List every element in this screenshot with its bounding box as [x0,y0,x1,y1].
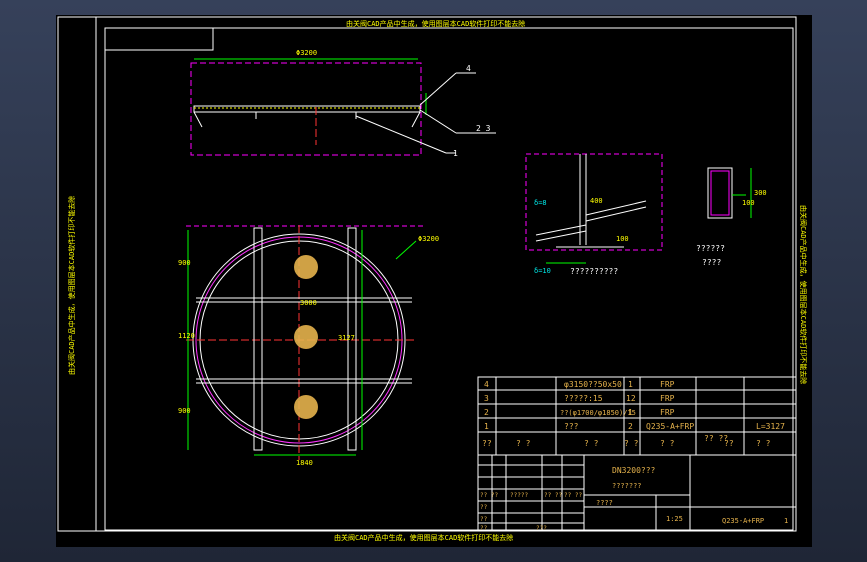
drawing-canvas[interactable]: 由关阀CAD产品中生成，使用图层本CAD软件打印不能去除 由关阀CAD产品中生成… [56,15,812,547]
drawing-title: DN3200??? [612,466,656,475]
tb-cell-1: ?? ?? [480,492,498,499]
detail-a-thk2: δ=10 [534,267,551,275]
tb-cell-6: ?? [480,516,488,523]
bom-table: 4 φ3150??50x50 1 FRP 3 ?????:15 12 FRP 2… [477,376,797,456]
bom-header-qty: ? ? [624,439,639,448]
tb-cell-5: ?? [480,504,488,511]
scale-label: ???? [596,499,613,507]
bom-row-1-no: 4 [484,380,489,389]
detail-b-width: 100 [742,199,755,207]
cad-viewport[interactable]: 由关阀CAD产品中生成，使用图层本CAD软件打印不能去除 由关阀CAD产品中生成… [0,0,867,562]
bom-header-note: ? ? [756,439,771,448]
bom-row-3-spec: ??(φ1700/φ1850)/15 [560,409,636,417]
detail-b-height: 300 [754,189,767,197]
bom-row-2-material: FRP [660,394,675,403]
elevation-view: Φ3200 4 2 3 1 [190,49,496,158]
bom-row-4-note: L=3127 [756,422,785,431]
dim-900-top: 900 [178,259,191,267]
beam-height-dim: 3127 [338,334,355,342]
sheet-number: 1 [784,517,788,525]
scale-value: 1:25 [666,515,683,523]
tb-cell-8: ??? [536,525,547,532]
corner-box [104,27,214,51]
tb-cell-7: ?? [480,525,488,532]
dim-900-bottom: 900 [178,407,191,415]
bottom-note: 由关阀CAD产品中生成，使用图层本CAD软件打印不能去除 [334,533,513,542]
bom-row-4-material: Q235-A+FRP [646,422,694,431]
bom-header-name: ? ? [584,439,599,448]
balloon-2-3: 2 3 [476,124,491,133]
outer-frame [57,16,797,532]
bom-row-4-spec: ??? [564,422,579,431]
detail-a-dim2: 100 [616,235,629,243]
bom-row-1-qty: 1 [628,380,633,389]
detail-a-dim1: 400 [590,197,603,205]
balloon-4: 4 [466,64,471,73]
top-note: 由关阀CAD产品中生成，使用图层本CAD软件打印不能去除 [346,19,525,28]
balloon-1: 1 [453,149,458,158]
bom-row-3-material: FRP [660,408,675,417]
drawing-svg: 由关阀CAD产品中生成，使用图层本CAD软件打印不能去除 由关阀CAD产品中生成… [57,16,808,542]
title-block: ?? ?? ????? ?? ?? ?? ?? ?? ?? ?? ??? DN3… [477,454,797,532]
tb-cell-2: ????? [510,492,528,499]
bom-row-1-material: FRP [660,380,675,389]
bom-row-2-qty: 12 [626,394,636,403]
detail-b-label-1: ?????? [696,244,725,253]
detail-b-label-2: ???? [702,258,721,267]
dim-1120: 1120 [178,332,195,340]
bom-row-1-spec: φ3150??50x50 [564,380,622,389]
plan-view: Φ3200 900 1120 900 3000 3127 1840 [178,225,439,467]
tb-cell-3: ?? ?? [544,492,562,499]
bom-row-3-no: 2 [484,408,489,417]
detail-b-view: 300 100 ?????? ???? [696,167,767,267]
bom-row-2-no: 3 [484,394,489,403]
bom-header-total: ?? [724,439,734,448]
bom-row-4-no: 1 [484,422,489,431]
drawing-subtitle: ??????? [612,482,642,490]
bom-header-no: ?? [482,439,492,448]
bom-header-code: ? ? [516,439,531,448]
tb-cell-4: ?? ?? [564,492,582,499]
detail-a-thk1: δ=8 [534,199,547,207]
title-material: Q235-A+FRP [722,517,764,525]
left-note: 由关阀CAD产品中生成，使用图层本CAD软件打印不能去除 [67,196,76,375]
diameter-dim: Φ3200 [418,235,439,243]
bottom-width-dim: 1840 [296,459,313,467]
bom-row-4-qty: 2 [628,422,633,431]
bom-header-material: ? ? [660,439,675,448]
bom-row-2-spec: ?????:15 [564,394,603,403]
beam-dim: 3000 [300,299,317,307]
bom-row-3-qty: 1 [628,408,633,417]
detail-a-view: δ=8 δ=10 400 100 ?????????? [525,153,663,276]
right-note: 由关阀CAD产品中生成，使用图层本CAD软件打印不能去除 [799,205,808,384]
top-width-dim: Φ3200 [296,49,317,57]
detail-a-label: ?????????? [570,267,618,276]
